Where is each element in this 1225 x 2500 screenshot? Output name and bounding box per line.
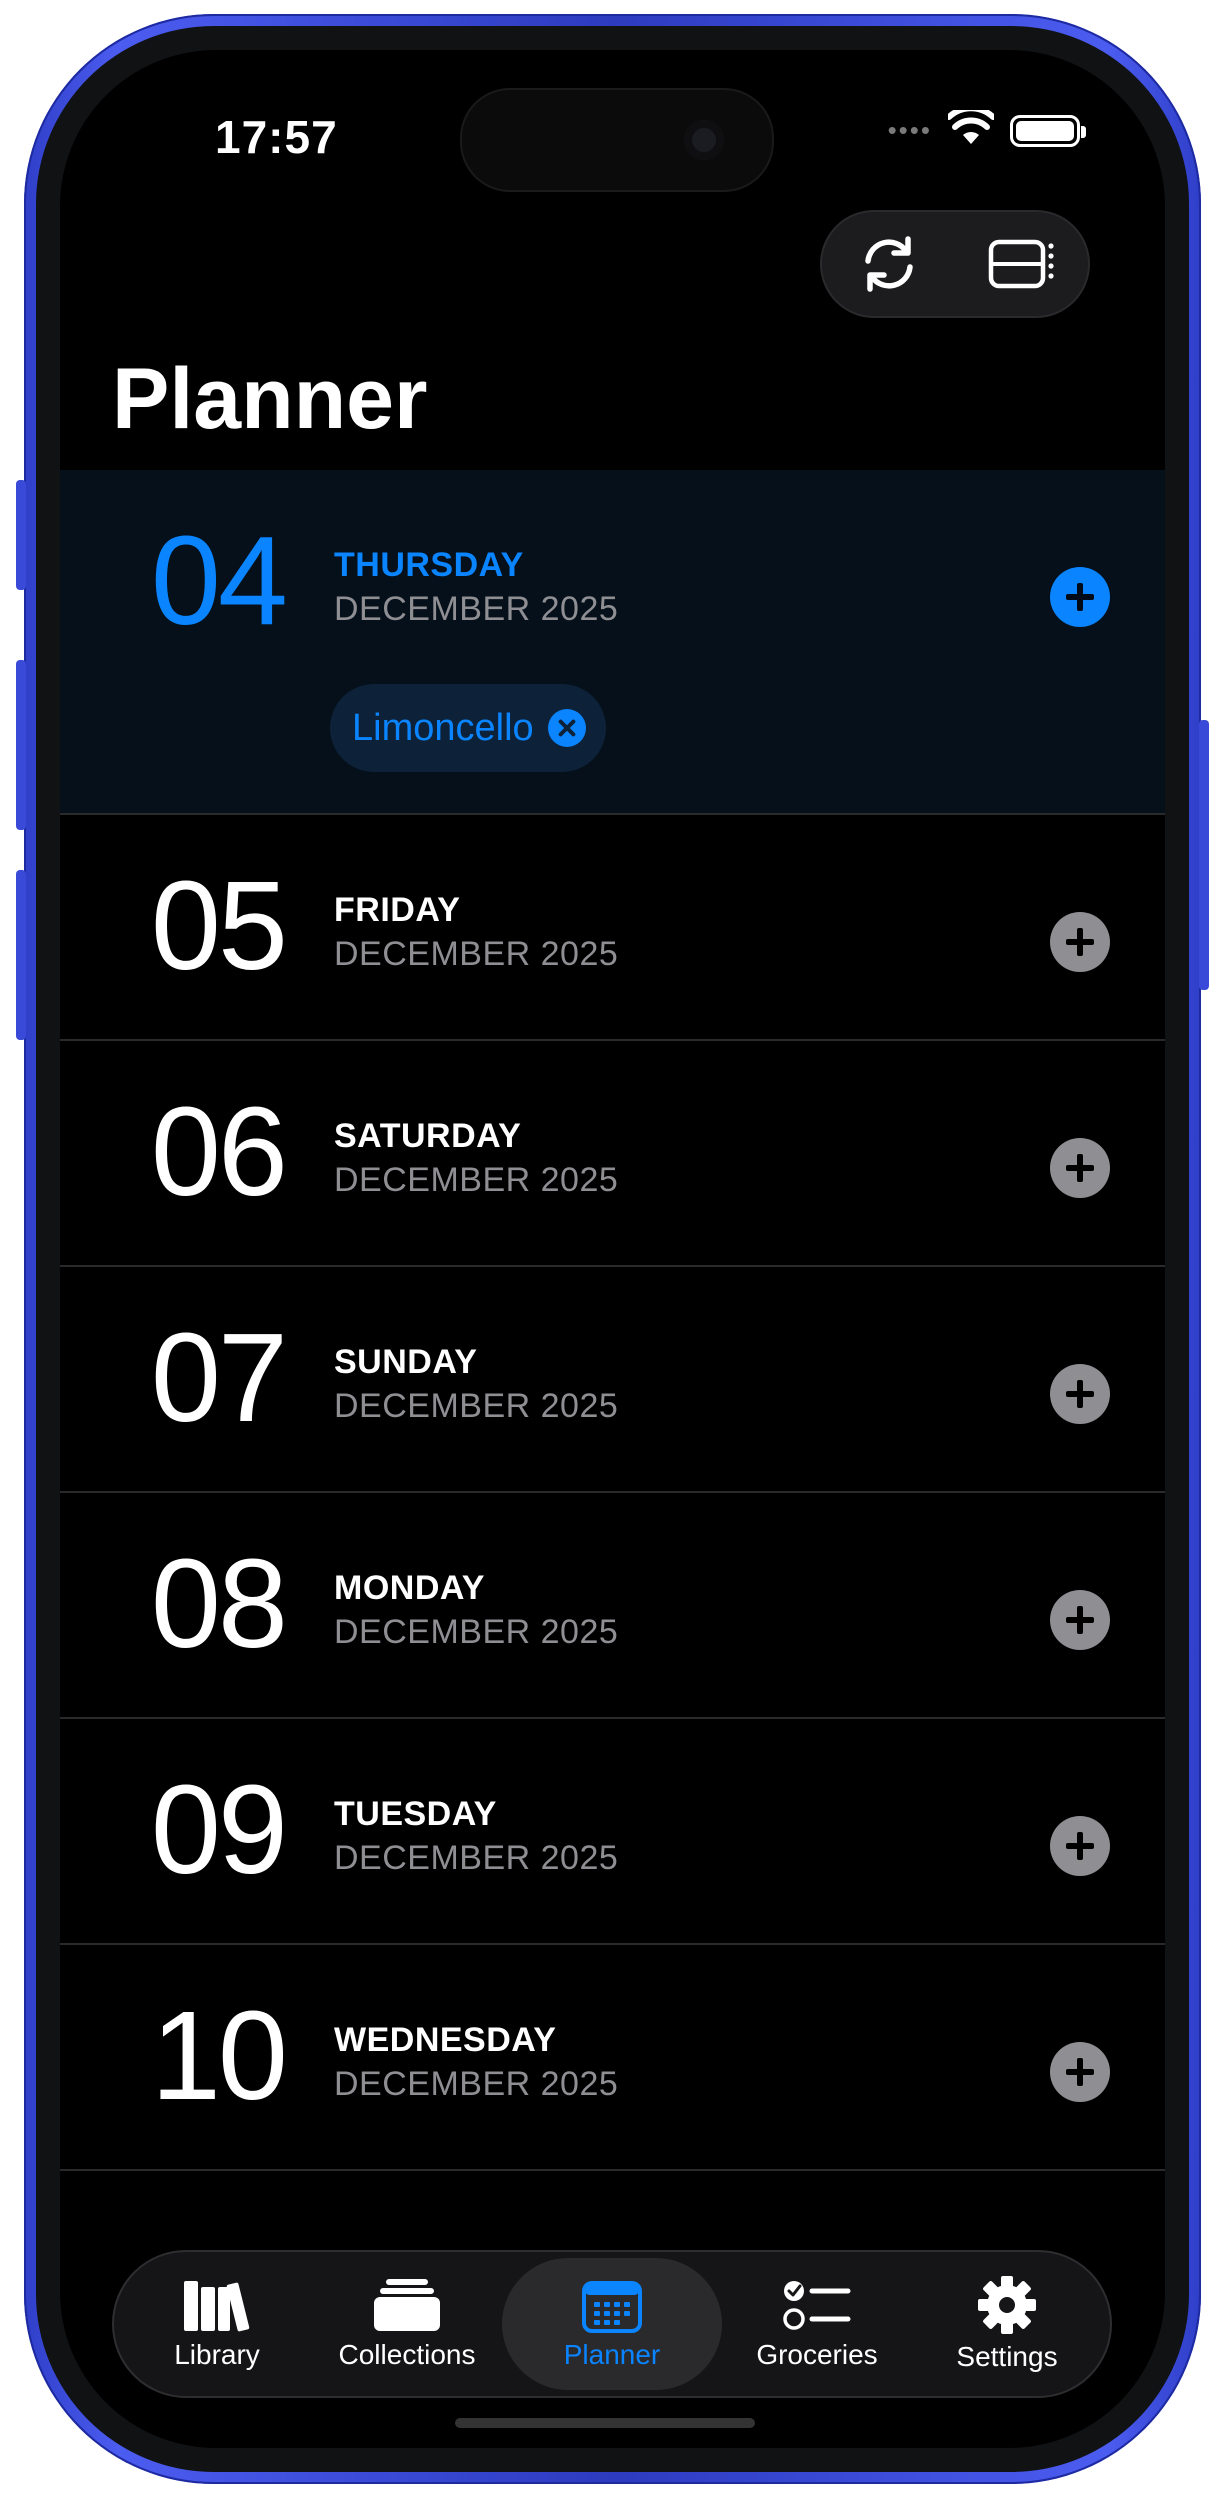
- add-meal-button[interactable]: [1050, 1364, 1110, 1424]
- status-time: 17:57: [215, 111, 338, 163]
- day-number: 08: [150, 1533, 288, 1674]
- toolbar: [820, 210, 1090, 318]
- day-month: DECEMBER 2025: [334, 1161, 619, 1199]
- collections-icon: [374, 2279, 440, 2331]
- page-title: Planner: [112, 351, 428, 447]
- day-row[interactable]: 06 SATURDAY DECEMBER 2025: [60, 1041, 1165, 1267]
- add-meal-button[interactable]: [1050, 567, 1110, 627]
- day-number: 06: [150, 1081, 288, 1222]
- day-row[interactable]: 04 THURSDAY DECEMBER 2025 Limoncello: [60, 470, 1165, 815]
- battery-icon: [1010, 114, 1086, 147]
- tab-settings[interactable]: Settings: [912, 2258, 1102, 2390]
- add-meal-button[interactable]: [1050, 1816, 1110, 1876]
- day-weekday: SUNDAY: [334, 1343, 478, 1381]
- day-month: DECEMBER 2025: [334, 1839, 619, 1877]
- status-indicators: ••••: [887, 105, 1086, 151]
- day-month: DECEMBER 2025: [334, 1613, 619, 1651]
- tab-label: Planner: [563, 2339, 661, 2370]
- remove-meal-icon[interactable]: [547, 709, 586, 747]
- tab-label: Groceries: [756, 2339, 878, 2370]
- calendar-icon: [582, 2281, 642, 2333]
- day-weekday: FRIDAY: [334, 891, 461, 929]
- day-row[interactable]: 09 TUESDAY DECEMBER 2025: [60, 1719, 1165, 1945]
- day-month: DECEMBER 2025: [334, 935, 619, 973]
- tab-planner[interactable]: Planner: [502, 2258, 722, 2390]
- day-number: 05: [150, 855, 288, 996]
- day-month: DECEMBER 2025: [334, 590, 619, 628]
- meal-chip[interactable]: Limoncello: [330, 684, 606, 772]
- layout-button[interactable]: [982, 224, 1062, 304]
- gear-icon: [978, 2276, 1036, 2334]
- tab-label: Collections: [338, 2339, 476, 2370]
- add-meal-button[interactable]: [1050, 2042, 1110, 2102]
- camera-icon: [684, 120, 724, 160]
- day-row[interactable]: 07 SUNDAY DECEMBER 2025: [60, 1267, 1165, 1493]
- day-number: 04: [150, 510, 288, 651]
- add-meal-button[interactable]: [1050, 912, 1110, 972]
- day-number: 09: [150, 1759, 288, 1900]
- tab-label: Settings: [956, 2341, 1058, 2372]
- wifi-icon: [946, 105, 996, 151]
- volume-up-button: [16, 660, 26, 830]
- tab-groceries[interactable]: Groceries: [722, 2258, 912, 2390]
- calendar-settings-icon: [988, 239, 1054, 289]
- day-number: 07: [150, 1307, 288, 1448]
- day-weekday: MONDAY: [334, 1569, 485, 1607]
- day-row[interactable]: 10 WEDNESDAY DECEMBER 2025: [60, 1945, 1165, 2171]
- refresh-button[interactable]: [849, 224, 929, 304]
- dynamic-island: [460, 88, 774, 192]
- refresh-icon: [864, 236, 913, 292]
- day-weekday: WEDNESDAY: [334, 2021, 557, 2059]
- meal-chip-label: Limoncello: [352, 706, 534, 749]
- battery-fill: [1016, 120, 1074, 141]
- home-indicator: [455, 2418, 755, 2428]
- day-month: DECEMBER 2025: [334, 1387, 619, 1425]
- day-list: 04 THURSDAY DECEMBER 2025 Limoncello 05 …: [60, 470, 1165, 2171]
- day-row[interactable]: 08 MONDAY DECEMBER 2025: [60, 1493, 1165, 1719]
- action-button: [16, 480, 26, 590]
- books-icon: [184, 2281, 250, 2332]
- day-number: 10: [150, 1985, 288, 2126]
- tab-collections[interactable]: Collections: [312, 2258, 502, 2390]
- tab-label: Library: [174, 2339, 260, 2370]
- day-month: DECEMBER 2025: [334, 2065, 619, 2103]
- tab-bar: Library Collections Planner Groceries Se…: [112, 2250, 1112, 2398]
- day-weekday: SATURDAY: [334, 1117, 522, 1155]
- day-row[interactable]: 05 FRIDAY DECEMBER 2025: [60, 815, 1165, 1041]
- power-button: [1199, 720, 1209, 990]
- volume-down-button: [16, 870, 26, 1040]
- cellular-signal-icon: ••••: [887, 115, 932, 145]
- screen: 17:57 •••• Planner 04 THURSDAY DECEMBER …: [60, 50, 1165, 2448]
- day-weekday: THURSDAY: [334, 546, 524, 584]
- checklist-icon: [783, 2281, 851, 2330]
- add-meal-button[interactable]: [1050, 1138, 1110, 1198]
- add-meal-button[interactable]: [1050, 1590, 1110, 1650]
- day-weekday: TUESDAY: [334, 1795, 497, 1833]
- tab-library[interactable]: Library: [122, 2258, 312, 2390]
